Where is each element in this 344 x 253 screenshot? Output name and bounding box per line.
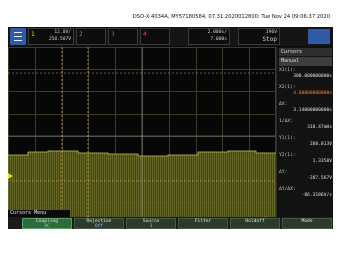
cursor-label: ΔY:	[279, 170, 288, 175]
oscilloscope-screen: 1 12.0V/ 258.587V 2 3 4 2.000s/ 7.000s 1…	[8, 27, 333, 229]
cursor-label: Y2(1):	[279, 153, 296, 158]
cursor-value: -86.3186V/s	[301, 193, 332, 198]
cursors-panel: Cursors Manual X1(1): 300.000000000s X2(…	[276, 47, 333, 229]
cursor-row: ΔY: -287.567V	[279, 170, 332, 181]
cursor-row: X2(1): 4.00000000000s	[279, 85, 332, 96]
trigger-box[interactable]: 196V Stop	[238, 28, 280, 45]
channel-1-number: 1	[31, 31, 35, 38]
cursor-value: 4.00000000000s	[293, 91, 332, 96]
acquisition-status: Stop	[262, 36, 277, 43]
cursor-label: X2(1):	[279, 85, 296, 90]
channel-1-box[interactable]: 1 12.0V/ 258.587V	[28, 28, 74, 45]
timebase-delay: 7.000s	[210, 37, 227, 42]
window-title: DSO-X 4034A, MY57180584, 07.31.202001280…	[132, 14, 330, 20]
cursor-row: Y1(1): 288.813V	[279, 136, 332, 147]
cursor-label: ΔX:	[279, 102, 288, 107]
softkey-label: Mode	[301, 219, 313, 224]
cursor-row: ΔY/ΔX: -86.3186V/s	[279, 187, 332, 198]
cursor-value: 1.3350V	[312, 159, 332, 164]
window-title-bar: DSO-X 4034A, MY57180584, 07.31.202001280…	[0, 14, 344, 20]
softkey-label: Holdoff	[245, 219, 265, 224]
softkey-2[interactable]: Rejection Off	[74, 218, 124, 229]
cursor-value: 318.47mHz	[307, 125, 332, 130]
cursor-label: 1/ΔX:	[279, 119, 293, 124]
cursor-value: 3.14000000000s	[293, 108, 332, 113]
cursor-value: 288.813V	[309, 142, 332, 147]
channel-2-number: 2	[79, 31, 83, 38]
cursor-row: ΔX: 3.14000000000s	[279, 102, 332, 113]
softkey-label: Filter	[194, 219, 212, 224]
softkey-value: AC	[44, 224, 50, 229]
main-menu-button[interactable]	[10, 28, 26, 45]
softkey-value: Off	[94, 224, 104, 229]
softkey-4[interactable]: Filter	[178, 218, 228, 229]
softkey-value: 1	[149, 224, 153, 229]
channel-4-number: 4	[143, 31, 147, 38]
cursor-label: Y1(1):	[279, 136, 296, 141]
channel-2-box[interactable]: 2	[76, 28, 106, 45]
cursor-value: 300.000000000s	[293, 74, 332, 79]
softkey-menu-title: Cursors Menu	[8, 210, 70, 217]
channel-3-box[interactable]: 3	[108, 28, 138, 45]
cursor-label: ΔY/ΔX:	[279, 187, 296, 192]
channel-3-number: 3	[111, 31, 115, 38]
softkey-6[interactable]: Mode	[282, 218, 332, 229]
softkey-3[interactable]: Source 1	[126, 218, 176, 229]
timebase-box[interactable]: 2.000s/ 7.000s	[188, 28, 230, 45]
cursor-row: X1(1): 300.000000000s	[279, 68, 332, 79]
waveform-graticule	[8, 47, 276, 225]
channel-1-offset: 258.587V	[48, 37, 71, 42]
cursor-mode-select[interactable]: Manual	[279, 57, 332, 66]
channel-1-scale: 12.0V/	[54, 30, 71, 35]
trigger-level: 196V	[265, 30, 277, 35]
cursor-row: Y2(1): 1.3350V	[279, 153, 332, 164]
cursors-panel-title: Cursors	[279, 48, 332, 56]
status-bar: 1 12.0V/ 258.587V 2 3 4 2.000s/ 7.000s 1…	[8, 27, 333, 46]
softkey-bar: Coupling AC Rejection Off Source 1 Filte…	[8, 217, 333, 229]
timebase-scale: 2.000s/	[207, 30, 227, 35]
cursor-value: -287.567V	[307, 176, 332, 181]
channel-1-waveform	[8, 47, 276, 225]
softkey-5[interactable]: Holdoff	[230, 218, 280, 229]
help-icon[interactable]	[308, 29, 330, 44]
softkey-1[interactable]: Coupling AC	[22, 218, 72, 229]
channel-4-box[interactable]: 4	[140, 28, 170, 45]
cursor-label: X1(1):	[279, 68, 296, 73]
cursor-row: 1/ΔX: 318.47mHz	[279, 119, 332, 130]
